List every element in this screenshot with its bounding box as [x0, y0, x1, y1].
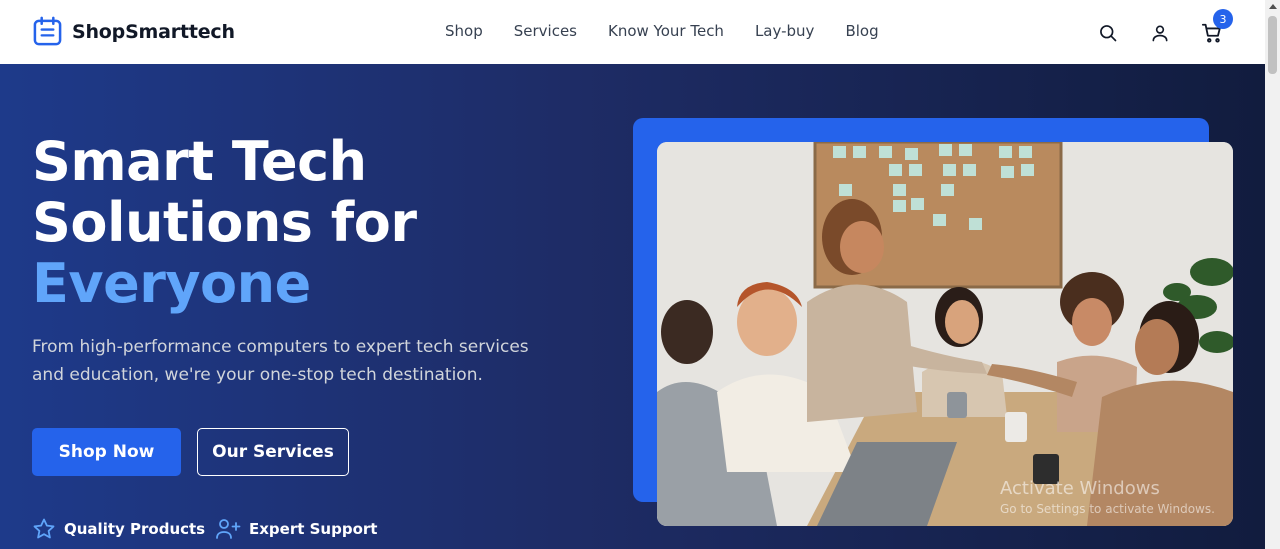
feature-expert-support-label: Expert Support: [249, 520, 378, 538]
calendar-logo-icon: [33, 16, 62, 46]
scroll-up-arrow-icon[interactable]: [1269, 4, 1277, 9]
nav-services[interactable]: Services: [514, 22, 577, 40]
hero-title-accent: Everyone: [32, 252, 311, 315]
cart-button[interactable]: 3: [1199, 9, 1233, 46]
nav-blog[interactable]: Blog: [845, 22, 878, 40]
feature-quality-products-label: Quality Products: [64, 520, 206, 538]
header-actions: 3: [1095, 9, 1233, 46]
scrollbar-thumb[interactable]: [1268, 16, 1277, 74]
user-icon: [1152, 25, 1168, 42]
user-plus-icon: [216, 519, 241, 539]
feature-expert-support: Expert Support: [215, 517, 377, 541]
nav-lay-buy[interactable]: Lay-buy: [755, 22, 814, 40]
nav-know-your-tech[interactable]: Know Your Tech: [608, 22, 724, 40]
hero-subtitle: From high-performance computers to exper…: [32, 337, 529, 385]
page-scrollbar[interactable]: [1265, 0, 1280, 549]
main-nav: Shop Services Know Your Tech Lay-buy Blo…: [445, 22, 910, 40]
watermark-line2: Go to Settings to activate Windows.: [1000, 502, 1215, 516]
brand-name: ShopSmarttech: [72, 20, 235, 43]
hero-title-line2: Solutions for: [32, 191, 417, 254]
our-services-button[interactable]: Our Services: [197, 428, 349, 476]
star-icon: [33, 518, 55, 539]
search-button[interactable]: [1095, 20, 1121, 46]
watermark-line1: Activate Windows: [1000, 478, 1160, 499]
activate-windows-watermark: Activate Windows Go to Settings to activ…: [1000, 478, 1215, 516]
site-header: ShopSmarttech Shop Services Know Your Te…: [0, 0, 1265, 64]
hero-image: [657, 142, 1233, 526]
shop-now-button[interactable]: Shop Now: [32, 428, 181, 476]
nav-shop[interactable]: Shop: [445, 22, 483, 40]
account-button[interactable]: [1147, 20, 1173, 46]
hero-title-line1: Smart Tech: [32, 130, 367, 193]
cart-count-badge: 3: [1213, 9, 1233, 29]
hero-section: Smart Tech Solutions for Everyone From h…: [0, 64, 1265, 549]
search-icon: [1100, 25, 1117, 42]
hero-title: Smart Tech Solutions for Everyone: [32, 130, 417, 315]
feature-quality-products: Quality Products: [32, 517, 205, 541]
brand-logo[interactable]: ShopSmarttech: [32, 16, 235, 47]
